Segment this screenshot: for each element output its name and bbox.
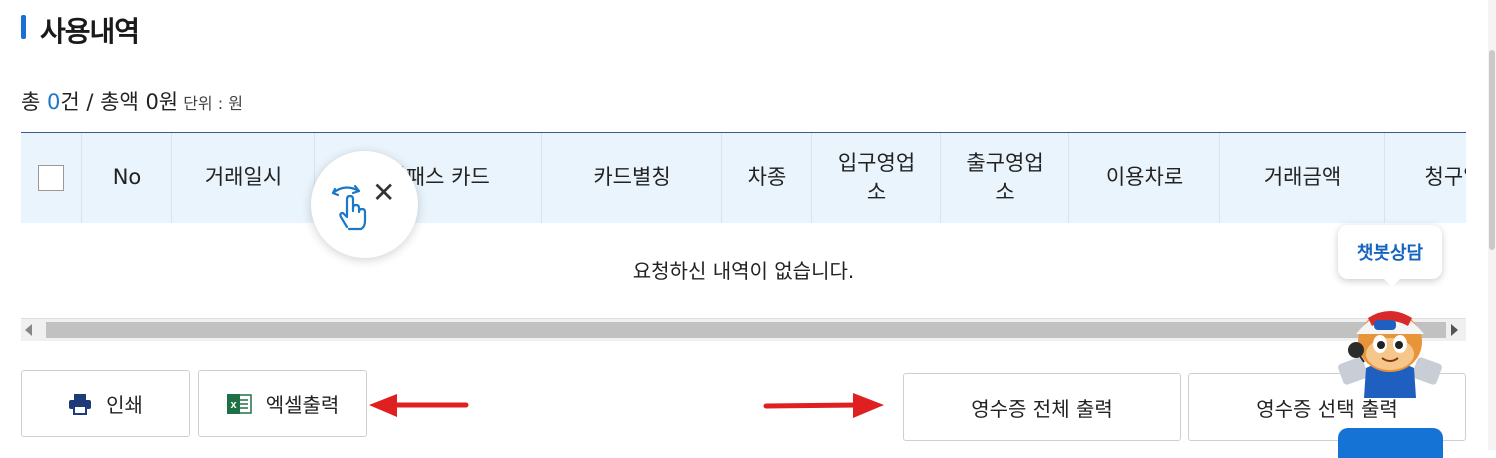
scroll-right-icon[interactable] <box>1451 324 1458 336</box>
select-all-cell <box>21 133 81 223</box>
swipe-hand-icon <box>329 181 373 235</box>
left-arrow-annotation <box>369 394 469 417</box>
table-header: No 거래일시 하이패스 카드 카드별칭 차종 입구영업 소 출구영업 소 이용… <box>21 133 1466 223</box>
receipt-print-all-label: 영수증 전체 출력 <box>971 396 1113 421</box>
right-arrow-annotation <box>763 393 884 418</box>
col-card-alias: 카드별칭 <box>541 133 722 223</box>
chatbot-label: 챗봇상담 <box>1356 243 1424 264</box>
receipt-print-all-button[interactable]: 영수증 전체 출력 <box>903 373 1181 441</box>
col-lane: 이용차로 <box>1068 133 1220 223</box>
usage-summary: 총 0건 / 총액 0원 단위 : 원 <box>21 86 243 116</box>
summary-amount: 0원 <box>145 90 179 114</box>
summary-prefix: 총 <box>21 90 47 114</box>
col-entry-office: 입구영업 소 <box>811 133 941 223</box>
col-transaction-datetime: 거래일시 <box>171 133 315 223</box>
horizontal-scrollbar[interactable] <box>21 318 1466 341</box>
swipe-hint: ✕ <box>311 151 418 258</box>
excel-export-button[interactable]: x 엑셀출력 <box>198 370 367 437</box>
chatbot-button[interactable]: 챗봇상담 <box>1338 225 1442 287</box>
summary-count: 0 <box>47 90 61 114</box>
vertical-scrollbar[interactable] <box>1488 0 1496 450</box>
col-vehicle-type: 차종 <box>721 133 812 223</box>
scroll-left-icon[interactable] <box>25 324 32 336</box>
vertical-scrollbar-thumb[interactable] <box>1489 50 1495 250</box>
select-all-checkbox[interactable] <box>38 165 64 191</box>
chatbot-launcher-tab[interactable] <box>1338 428 1443 458</box>
excel-icon: x <box>226 393 252 415</box>
col-exit-office: 출구영업 소 <box>940 133 1069 223</box>
usage-table: No 거래일시 하이패스 카드 카드별칭 차종 입구영업 소 출구영업 소 이용… <box>21 132 1466 321</box>
print-button-label: 인쇄 <box>106 393 143 417</box>
printer-icon <box>68 393 92 415</box>
summary-unit: 단위 : 원 <box>178 94 243 113</box>
title-accent-bar <box>21 15 26 39</box>
col-amount: 거래금액 <box>1219 133 1385 223</box>
page-title: 사용내역 <box>40 15 140 48</box>
print-button[interactable]: 인쇄 <box>21 370 190 437</box>
empty-message: 요청하신 내역이 없습니다. <box>632 259 855 283</box>
summary-count-suffix: 건 / 총액 <box>60 90 146 114</box>
chatbot-mascot[interactable] <box>1336 298 1444 398</box>
col-billing-date: 청구일 <box>1384 133 1466 223</box>
svg-text:x: x <box>230 399 237 411</box>
scrollbar-thumb[interactable] <box>46 322 1446 338</box>
excel-export-button-label: 엑셀출력 <box>265 393 340 417</box>
close-icon[interactable]: ✕ <box>372 176 395 209</box>
col-no: No <box>81 133 172 223</box>
